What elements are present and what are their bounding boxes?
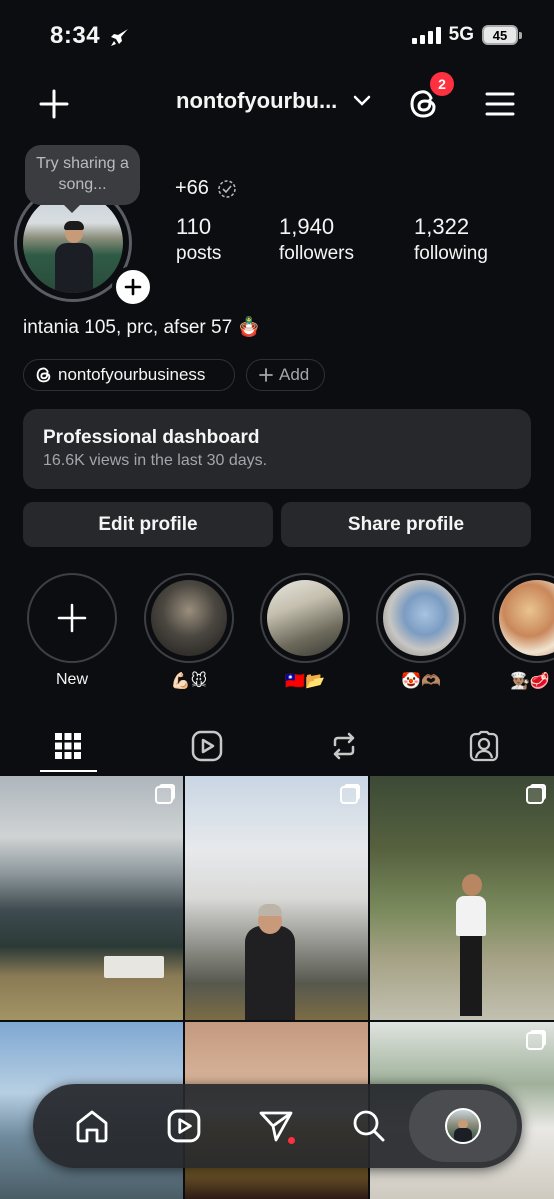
highlight-new[interactable]: New (27, 573, 117, 689)
nav-profile[interactable] (441, 1104, 485, 1148)
active-tab-indicator (40, 770, 97, 772)
tab-reposts[interactable] (324, 726, 364, 766)
threads-profile-chip[interactable]: nontofyourbusiness (23, 359, 235, 391)
highlight-item[interactable]: 🤡🫶🏽 (376, 573, 466, 691)
highlight-cover (383, 580, 459, 656)
chevron-down-icon (354, 95, 371, 106)
plus-icon (39, 89, 69, 119)
highlight-cover (499, 580, 554, 656)
stat-followers[interactable]: 1,940 followers (279, 213, 354, 267)
threads-badge: 2 (430, 72, 454, 96)
highlight-label: New (55, 671, 88, 688)
grid-post[interactable] (185, 776, 368, 1020)
home-icon (76, 1110, 108, 1143)
share-profile-button[interactable]: Share profile (281, 502, 531, 547)
plus-icon (124, 278, 142, 296)
bio-text: intania 105, prc, afser 57 🪆 (23, 317, 262, 338)
notification-dot (288, 1137, 295, 1144)
tab-reels[interactable] (187, 726, 227, 766)
profile-avatar (445, 1108, 481, 1144)
nav-search[interactable] (347, 1104, 391, 1148)
status-indicators: 5G 45 (411, 24, 522, 46)
add-link-chip[interactable]: Add (246, 359, 325, 391)
carousel-icon (155, 786, 173, 804)
stat-posts[interactable]: 110 posts (176, 213, 221, 267)
highlight-item[interactable]: 👨🏽‍🍳🥩 (492, 573, 554, 691)
person-shape (456, 896, 486, 936)
followers-count: 1,940 (279, 214, 335, 239)
reels-icon (167, 1109, 201, 1143)
followers-label: followers (279, 243, 354, 264)
nav-reels[interactable] (162, 1104, 206, 1148)
building-shape (104, 956, 164, 978)
highlight-item[interactable]: 💪🏻🐭 (144, 573, 234, 691)
battery-icon: 45 (482, 25, 522, 45)
content-tabs (0, 718, 554, 774)
highlight-label: 🇹🇼📂 (285, 673, 325, 690)
carousel-icon (526, 786, 544, 804)
search-icon (353, 1110, 385, 1142)
add-story-button[interactable] (112, 266, 154, 308)
posts-count: 110 (176, 214, 212, 239)
bottom-nav (33, 1084, 522, 1168)
dashboard-title: Professional dashboard (43, 427, 260, 448)
following-label: following (414, 243, 488, 264)
location-arrow-icon (111, 29, 128, 46)
threads-button[interactable]: 2 (406, 72, 454, 122)
tab-tagged[interactable] (464, 726, 504, 766)
carousel-icon (340, 786, 358, 804)
professional-dashboard[interactable]: Professional dashboard 16.6K views in th… (23, 409, 531, 489)
following-count: 1,322 (414, 214, 470, 239)
grid-icon (55, 733, 81, 759)
nav-messages[interactable] (254, 1104, 298, 1148)
hamburger-icon (485, 92, 515, 116)
account-switcher[interactable]: nontofyourbu... (176, 88, 371, 114)
highlight-cover (151, 580, 227, 656)
profile-name: +66 (175, 177, 237, 200)
network-label: 5G (448, 24, 474, 45)
pants-shape (460, 936, 482, 1016)
battery-level: 45 (492, 27, 508, 43)
username-label: nontofyourbu... (176, 88, 338, 113)
reels-icon (191, 730, 223, 762)
threads-icon (36, 367, 51, 383)
edit-profile-button[interactable]: Edit profile (23, 502, 273, 547)
dashboard-subtitle: 16.6K views in the last 30 days. (43, 452, 268, 469)
nav-home[interactable] (70, 1104, 114, 1148)
menu-button[interactable] (482, 86, 518, 122)
highlight-cover (267, 580, 343, 656)
reposts-icon (333, 732, 355, 760)
posts-label: posts (176, 243, 222, 264)
song-prompt-bubble[interactable]: Try sharing a song... (25, 145, 140, 213)
add-chip-label: Add (279, 365, 310, 384)
head-shape (462, 874, 482, 896)
grid-post[interactable] (0, 776, 183, 1020)
plus-icon (259, 368, 273, 382)
dashed-check-icon (218, 179, 236, 198)
highlight-label: 👨🏽‍🍳🥩 (510, 673, 550, 690)
threads-chip-label: nontofyourbusiness (58, 365, 206, 384)
grid-post[interactable] (370, 776, 554, 1020)
profile-name-text: +66 (175, 177, 209, 199)
highlight-new-circle (27, 573, 117, 663)
status-time: 8:34 (50, 22, 101, 49)
highlight-label: 🤡🫶🏽 (401, 673, 441, 690)
signal-icon (411, 26, 441, 44)
highlight-item[interactable]: 🇹🇼📂 (260, 573, 350, 691)
tab-grid[interactable] (48, 726, 88, 766)
beanie-shape (258, 904, 282, 916)
person-shape (245, 926, 295, 1020)
carousel-icon (526, 1032, 544, 1050)
highlight-label: 💪🏻🐭 (170, 673, 208, 690)
plus-icon (57, 603, 87, 633)
create-button[interactable] (36, 86, 72, 122)
stat-following[interactable]: 1,322 following (414, 213, 488, 267)
tagged-icon (469, 730, 499, 762)
